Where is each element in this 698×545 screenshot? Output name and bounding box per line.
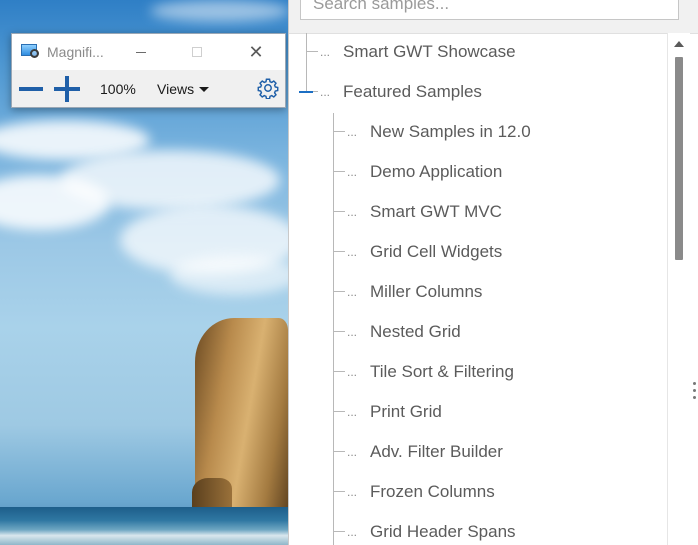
tree-item-smart-gwt-mvc[interactable]: ... Smart GWT MVC xyxy=(347,198,502,226)
tree-item-label: Grid Header Spans xyxy=(370,522,516,541)
tree-item-nested-grid[interactable]: ... Nested Grid xyxy=(347,318,461,346)
tree-item-label: Nested Grid xyxy=(370,322,461,341)
sea xyxy=(0,507,288,545)
magnifier-title: Magnifi... xyxy=(47,44,104,60)
resize-grip-icon[interactable] xyxy=(693,382,696,406)
tree-item-grid-cell-widgets[interactable]: ... Grid Cell Widgets xyxy=(347,238,502,266)
search-input[interactable] xyxy=(300,0,679,20)
maximize-button[interactable] xyxy=(174,34,220,70)
tree-item-label: Featured Samples xyxy=(343,82,482,101)
tree-item-miller-columns[interactable]: ... Miller Columns xyxy=(347,278,482,306)
views-dropdown[interactable]: Views xyxy=(157,81,210,97)
settings-button[interactable] xyxy=(257,77,279,100)
tree-branch xyxy=(306,51,318,52)
tree-branch xyxy=(333,331,345,332)
tree-connector: ... xyxy=(320,45,331,59)
tree-connector: ... xyxy=(320,85,331,99)
tree-connector: ... xyxy=(347,485,358,499)
tree-item-print-grid[interactable]: ... Print Grid xyxy=(347,398,442,426)
tree-item-label: Grid Cell Widgets xyxy=(370,242,503,261)
samples-panel: ... Smart GWT Showcase ... Featured Samp… xyxy=(288,0,698,545)
tree-item-label: New Samples in 12.0 xyxy=(370,122,531,141)
zoom-out-button[interactable] xyxy=(17,79,45,99)
views-label: Views xyxy=(157,81,195,97)
tree-connector: ... xyxy=(347,445,358,459)
caret-down-icon xyxy=(199,86,210,92)
tree-item-label: Smart GWT Showcase xyxy=(343,42,516,61)
tree-branch xyxy=(333,251,345,252)
close-button[interactable]: ✕ xyxy=(233,34,279,70)
close-icon: ✕ xyxy=(248,42,264,62)
tree-item-label: Smart GWT MVC xyxy=(370,202,502,221)
tree-guide-featured xyxy=(333,113,334,545)
tree-branch xyxy=(333,491,345,492)
tree-item-label: Print Grid xyxy=(370,402,442,421)
tree-connector: ... xyxy=(347,405,358,419)
tree-branch xyxy=(333,371,345,372)
tree-connector: ... xyxy=(347,125,358,139)
tree-connector: ... xyxy=(347,205,358,219)
tree-branch xyxy=(333,451,345,452)
tree-branch xyxy=(333,411,345,412)
tree-branch xyxy=(313,91,318,92)
tree-branch xyxy=(333,131,345,132)
search-bar xyxy=(289,0,698,34)
tree-item-smart-gwt-showcase[interactable]: ... Smart GWT Showcase xyxy=(320,38,516,66)
tree-connector: ... xyxy=(347,525,358,539)
tree-branch xyxy=(333,291,345,292)
tree-item-label: Adv. Filter Builder xyxy=(370,442,503,461)
tree-item-label: Frozen Columns xyxy=(370,482,495,501)
gear-icon xyxy=(257,78,279,100)
tree-connector: ... xyxy=(347,245,358,259)
magnifier-window: Magnifi... ✕ 100% Views xyxy=(11,33,286,108)
minus-icon xyxy=(19,87,43,91)
minimize-icon xyxy=(136,51,146,53)
magnifier-app-icon xyxy=(21,44,41,60)
tree-connector: ... xyxy=(347,165,358,179)
tree-item-label: Demo Application xyxy=(370,162,503,181)
scroll-up-arrow-icon[interactable] xyxy=(674,41,684,47)
scroll-thumb[interactable] xyxy=(675,57,683,260)
tree-item-featured-samples[interactable]: ... Featured Samples xyxy=(320,78,482,106)
tree-branch xyxy=(333,171,345,172)
tree-branch xyxy=(333,531,345,532)
tree-item-tile-sort-filtering[interactable]: ... Tile Sort & Filtering xyxy=(347,358,514,386)
tree-item-frozen-columns[interactable]: ... Frozen Columns xyxy=(347,478,495,506)
samples-tree: ... Smart GWT Showcase ... Featured Samp… xyxy=(289,33,667,545)
tree-item-label: Miller Columns xyxy=(370,282,483,301)
tree-guide-root xyxy=(306,33,307,91)
magnifier-toolbar: 100% Views xyxy=(12,70,285,107)
tree-connector: ... xyxy=(347,325,358,339)
zoom-level: 100% xyxy=(100,81,136,97)
tree-item-label: Tile Sort & Filtering xyxy=(370,362,514,381)
zoom-in-button[interactable] xyxy=(53,76,81,102)
open-folder-marker xyxy=(299,91,313,93)
vertical-scrollbar[interactable] xyxy=(667,33,690,545)
tree-connector: ... xyxy=(347,365,358,379)
tree-item-new-samples[interactable]: ... New Samples in 12.0 xyxy=(347,118,531,146)
minimize-button[interactable] xyxy=(118,34,164,70)
tree-item-demo-application[interactable]: ... Demo Application xyxy=(347,158,502,186)
tree-item-grid-header-spans[interactable]: ... Grid Header Spans xyxy=(347,518,516,545)
magnifier-titlebar[interactable]: Magnifi... ✕ xyxy=(12,34,285,70)
maximize-icon xyxy=(192,47,202,57)
tree-connector: ... xyxy=(347,285,358,299)
tree-branch xyxy=(333,211,345,212)
tree-item-adv-filter-builder[interactable]: ... Adv. Filter Builder xyxy=(347,438,503,466)
